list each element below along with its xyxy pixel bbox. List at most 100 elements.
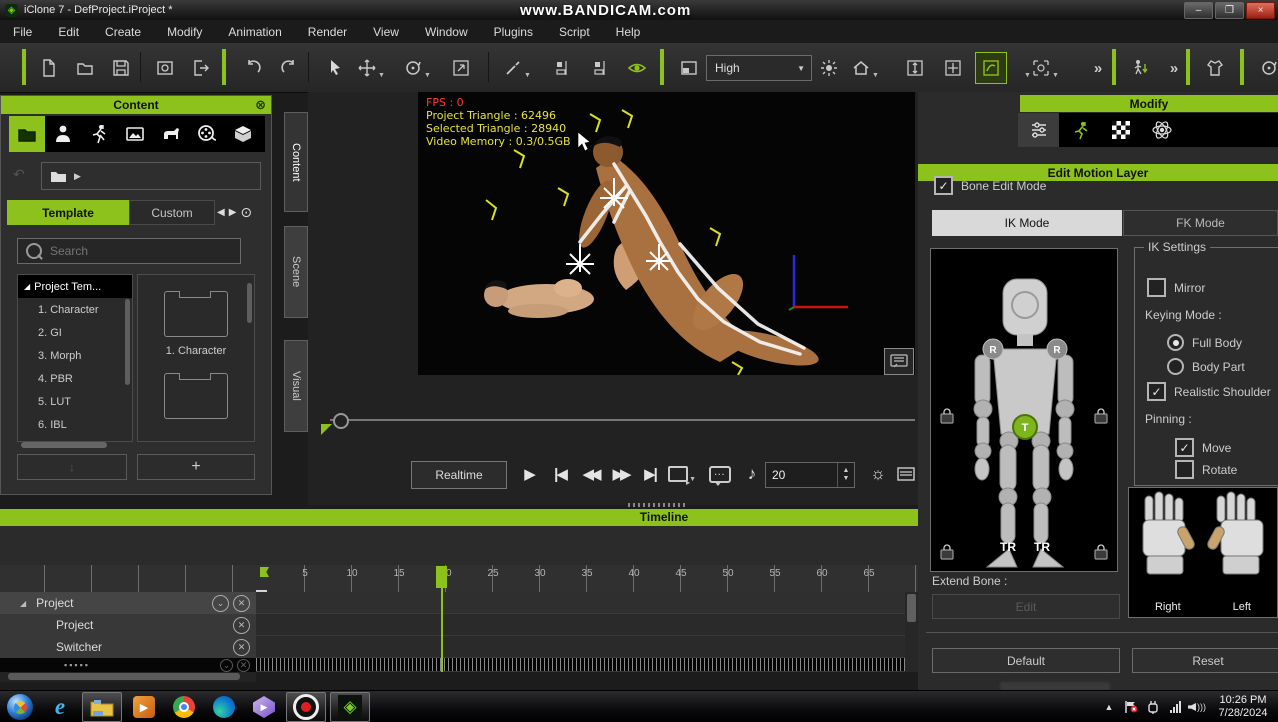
tree-item-lut[interactable]: 5. LUT	[18, 390, 132, 413]
tree-item-character[interactable]: 1. Character	[18, 298, 132, 321]
full-body-row[interactable]: Full Body	[1167, 334, 1242, 351]
lock-icon[interactable]	[941, 409, 953, 423]
timeline-hscroll-thumb[interactable]	[8, 673, 240, 680]
category-animal[interactable]	[153, 116, 189, 152]
last-frame-button[interactable]: ▶|	[636, 461, 664, 487]
undo-button[interactable]	[238, 53, 268, 83]
menu-render[interactable]: Render	[295, 25, 360, 39]
body-part-radio[interactable]	[1167, 358, 1184, 375]
category-project[interactable]	[9, 116, 45, 152]
tab-template[interactable]: Template	[7, 200, 129, 225]
visibility-eye-button[interactable]	[622, 53, 652, 83]
menu-script[interactable]: Script	[546, 25, 603, 39]
lock-icon[interactable]	[941, 545, 953, 559]
torso-handle[interactable]: T	[1022, 422, 1029, 434]
taskbar-ie-icon[interactable]: e	[40, 692, 80, 722]
bone-edit-checkbox[interactable]: ✓	[934, 176, 953, 195]
taskbar-iclone-icon[interactable]: ◈	[330, 692, 370, 722]
caption-button[interactable]: ···	[706, 461, 734, 487]
ik-mode-button[interactable]: IK Mode	[932, 210, 1122, 236]
frame-spinner[interactable]: ▲▼	[837, 463, 854, 487]
reset-button[interactable]: Reset	[1132, 648, 1278, 673]
cloth-button[interactable]	[1200, 53, 1230, 83]
timeline-header[interactable]: Timeline	[0, 509, 918, 526]
menu-edit[interactable]: Edit	[45, 25, 92, 39]
track-row-switcher[interactable]: Switcher ✕	[0, 636, 256, 659]
taskbar-edge-icon[interactable]	[204, 692, 244, 722]
tab-material[interactable]	[1100, 113, 1141, 147]
track-remove-icon[interactable]: ✕	[233, 595, 250, 612]
tree-item-pbr[interactable]: 4. PBR	[18, 367, 132, 390]
frame-number-field[interactable]: ▲▼	[765, 462, 855, 488]
body-part-row[interactable]: Body Part	[1167, 358, 1245, 375]
thumbs-scrollbar[interactable]	[247, 283, 252, 323]
tray-expand-icon[interactable]: ▲	[1098, 691, 1120, 722]
tab-scroll-right-icon[interactable]: ▶	[229, 207, 237, 218]
select-tool-button[interactable]	[320, 53, 350, 83]
close-button[interactable]: ×	[1246, 2, 1275, 19]
tab-motion[interactable]	[1059, 113, 1100, 147]
frame-number-input[interactable]	[766, 467, 832, 483]
mirror-checkbox[interactable]	[1147, 278, 1166, 297]
realtime-button[interactable]: Realtime	[411, 461, 507, 489]
action-center-flag-icon[interactable]	[1120, 691, 1142, 722]
track-remove-icon[interactable]: ✕	[233, 617, 250, 634]
render-settings-gear[interactable]: ☼	[864, 461, 892, 487]
fast-forward-button[interactable]: ▶▶	[606, 461, 634, 487]
physics-button[interactable]	[1254, 53, 1278, 83]
folder-path-bar[interactable]: ▶	[41, 162, 261, 190]
pin-rotate-checkbox[interactable]	[1175, 460, 1194, 479]
tab-list-icon[interactable]: ⊙	[240, 204, 252, 221]
side-tab-content[interactable]: Content	[284, 112, 308, 212]
timeline-ruler[interactable]: 5 10 15 20 25 30 35 40 45 50 55 60 65	[0, 565, 918, 593]
range-start-flag[interactable]	[260, 567, 269, 577]
tab-sliders[interactable]	[1018, 113, 1059, 147]
taskbar-kmplayer-icon[interactable]: ▶	[244, 692, 284, 722]
lane-project-child[interactable]	[256, 614, 905, 636]
taskbar-chrome-icon[interactable]	[164, 692, 204, 722]
render-panel-button[interactable]	[674, 53, 704, 83]
volume-icon[interactable]: )))	[1186, 691, 1208, 722]
lane-switcher[interactable]	[256, 636, 905, 658]
move-tool-button[interactable]: ▼	[356, 53, 386, 83]
thumb-character[interactable]: 1. Character	[138, 275, 254, 357]
rotate-tool-button[interactable]: ▼	[402, 53, 432, 83]
viewport-3d[interactable]: FPS : 0 Project Triangle : 62496 Selecte…	[418, 92, 915, 375]
preview-button[interactable]	[150, 53, 180, 83]
tree-scrollbar[interactable]	[125, 299, 130, 385]
viewport-comment-button[interactable]	[884, 348, 914, 375]
timeline-vscroll[interactable]	[905, 592, 918, 672]
scale-tool-button[interactable]	[446, 53, 476, 83]
tab-physics[interactable]	[1141, 113, 1182, 147]
mirror-row[interactable]: Mirror	[1147, 278, 1205, 297]
tab-custom[interactable]: Custom	[129, 200, 215, 225]
track-remove-icon[interactable]: ✕	[233, 639, 250, 656]
lane-keyframes[interactable]	[256, 658, 905, 672]
category-animation[interactable]	[81, 116, 117, 152]
category-actor[interactable]	[45, 116, 81, 152]
menu-help[interactable]: Help	[603, 25, 654, 39]
transform-space-button[interactable]: ▼	[1030, 53, 1060, 83]
extend-bone-edit-button[interactable]: Edit	[932, 594, 1120, 619]
fit-vertical-button[interactable]	[900, 53, 930, 83]
add-content-button[interactable]: +	[137, 454, 255, 480]
category-scene[interactable]	[117, 116, 153, 152]
bone-edit-mode-row[interactable]: ✓ Bone Edit Mode	[934, 176, 1046, 195]
search-input[interactable]	[48, 243, 222, 259]
menu-animation[interactable]: Animation	[215, 25, 294, 39]
side-tab-scene[interactable]: Scene	[284, 226, 308, 318]
gizmo-mode-button[interactable]	[976, 53, 1006, 83]
right-shoulder-handle[interactable]: R	[1053, 345, 1061, 356]
menu-plugins[interactable]: Plugins	[481, 25, 546, 39]
motion-tools-button[interactable]	[1126, 53, 1156, 83]
pin-move-checkbox[interactable]: ✓	[1175, 438, 1194, 457]
audio-note-button[interactable]: ♪	[738, 461, 766, 487]
category-props[interactable]	[225, 116, 261, 152]
align-button[interactable]	[548, 53, 578, 83]
modify-panel-header[interactable]: Modify	[1020, 95, 1278, 112]
thumb-next-folder[interactable]	[138, 357, 254, 419]
right-ankle-handle[interactable]: TR	[1034, 540, 1050, 554]
open-project-button[interactable]	[70, 53, 100, 83]
pin-move-row[interactable]: ✓ Move	[1175, 438, 1231, 457]
track-row-project[interactable]: ◢ Project ⌄ ✕	[0, 592, 256, 615]
